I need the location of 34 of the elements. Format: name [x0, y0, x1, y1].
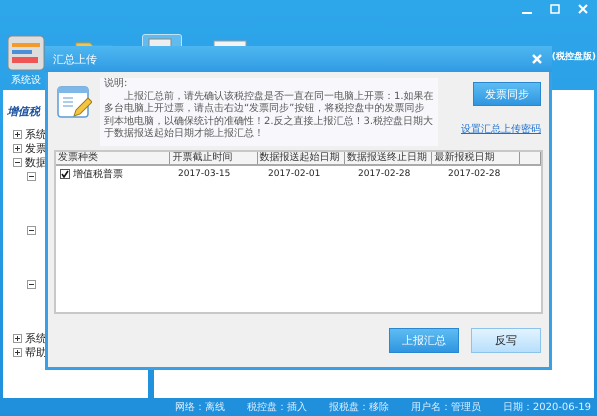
close-icon	[531, 53, 543, 65]
status-text: 日期：2020-06-19	[502, 400, 591, 414]
table-cell: 2017-02-01	[268, 169, 320, 179]
collapse-toggle[interactable]	[27, 280, 36, 288]
status-text: 报税盘：移除	[328, 400, 389, 414]
table-cell: 2017-02-28	[358, 169, 410, 179]
status-text: 用户名：管理员	[410, 400, 481, 414]
app-title: (税控盘版)	[552, 50, 596, 63]
checkbox[interactable]	[60, 169, 70, 179]
note-label: 说明:	[104, 78, 128, 90]
expand-toggle[interactable]	[13, 334, 22, 342]
column-header[interactable]: 数据报送起始日期	[258, 152, 346, 164]
notepad-pencil-icon	[56, 84, 92, 120]
column-header[interactable]: 开票截止时间	[170, 152, 258, 164]
table-cell: 2017-03-15	[178, 169, 230, 179]
column-header[interactable]: 最新报税日期	[432, 152, 520, 164]
dialog-button[interactable]: 反写	[471, 328, 541, 353]
status-text: 网络：离线	[174, 400, 225, 414]
column-header[interactable]: 发票种类	[56, 152, 170, 164]
password-link[interactable]: 设置汇总上传密码	[461, 122, 541, 136]
collapse-toggle[interactable]	[13, 158, 22, 166]
table-cell-text: 增值税普票	[73, 168, 123, 181]
table-cell: 2017-02-28	[448, 169, 500, 179]
dialog-title: 汇总上传	[53, 52, 97, 66]
expand-toggle[interactable]	[13, 348, 22, 356]
settings-panel-icon	[7, 35, 45, 71]
column-header[interactable]: 数据报送终止日期	[345, 152, 432, 164]
sidebar-title: 增值税	[7, 104, 40, 119]
collapse-toggle[interactable]	[27, 172, 36, 180]
status-text: 税控盘：插入	[246, 400, 307, 414]
collapse-toggle[interactable]	[27, 226, 36, 234]
expand-toggle[interactable]	[13, 144, 22, 152]
expand-toggle[interactable]	[13, 130, 22, 138]
note-text: 上报汇总前，请先确认该税控盘是否一直在同一电脑上开票：1.如果在多台电脑上开过票，请点击右边“发票同步”按钮，将税控盘中的发票同步到本地电脑，以确保统计的准确性！2.反之直接上报汇总！3.税控盘日期大于数据报送起始日期才能上报汇总！	[104, 90, 434, 140]
